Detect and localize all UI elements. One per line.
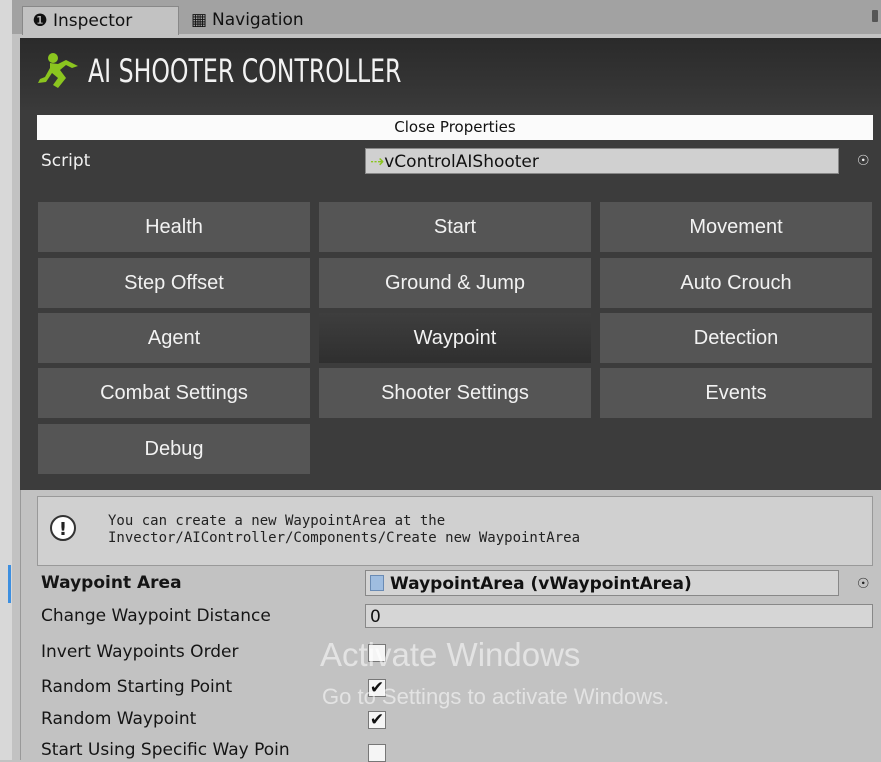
change-distance-label: Change Waypoint Distance [41, 606, 271, 626]
script-label: Script [41, 151, 91, 171]
section-button[interactable]: Ground & Jump [319, 258, 591, 308]
section-button[interactable]: Health [38, 202, 310, 252]
section-button[interactable]: Agent [38, 313, 310, 363]
section-button[interactable]: Events [600, 368, 872, 418]
section-button[interactable]: Combat Settings [38, 368, 310, 418]
lock-icon[interactable] [872, 10, 878, 22]
tab-inspector-label: Inspector [53, 11, 133, 31]
random-waypoint-label: Random Waypoint [41, 709, 197, 729]
section-button[interactable]: Auto Crouch [600, 258, 872, 308]
help-line-2: Invector/AIController/Components/Create … [108, 530, 581, 546]
tab-inspector[interactable]: ❶ Inspector [22, 6, 179, 35]
invert-order-label: Invert Waypoints Order [41, 642, 239, 662]
script-value: vControlAIShooter [384, 152, 539, 172]
waypoint-area-picker-icon[interactable]: ☉ [857, 576, 870, 592]
waypoint-asset-icon [370, 575, 384, 591]
waypoint-area-field[interactable]: WaypointArea (vWaypointArea) [365, 570, 839, 596]
tab-navigation[interactable]: ▦ Navigation [182, 6, 342, 34]
random-waypoint-checkbox[interactable]: ✔ [368, 711, 386, 729]
component-title: AI SHOOTER CONTROLLER [88, 52, 402, 90]
script-icon: ⇢ [370, 152, 385, 172]
tab-navigation-label: Navigation [212, 10, 304, 30]
tab-bar: ❶ Inspector ▦ Navigation [12, 0, 881, 35]
navigation-icon: ▦ [190, 10, 208, 30]
close-properties-button[interactable]: Close Properties [37, 115, 873, 140]
waypoint-area-label: Waypoint Area [41, 573, 182, 593]
help-box: ! You can create a new WaypointArea at t… [37, 496, 873, 566]
section-button[interactable]: Shooter Settings [319, 368, 591, 418]
start-specific-label: Start Using Specific Way Poin [41, 740, 290, 760]
activation-watermark-title: Activate Windows [320, 636, 581, 673]
info-icon: ❶ [32, 11, 48, 31]
change-distance-input[interactable]: 0 [365, 604, 873, 628]
section-button[interactable]: Movement [600, 202, 872, 252]
random-start-label: Random Starting Point [41, 677, 233, 697]
help-message: You can create a new WaypointArea at the… [108, 513, 580, 547]
start-specific-checkbox[interactable] [368, 744, 386, 762]
warning-icon: ! [50, 515, 76, 541]
section-button[interactable]: Debug [38, 424, 310, 474]
waypoint-area-value: WaypointArea (vWaypointArea) [390, 574, 692, 594]
activation-watermark-subtitle: Go to Settings to activate Windows. [322, 684, 670, 709]
script-picker-icon[interactable]: ☉ [857, 153, 870, 169]
section-button[interactable]: Detection [600, 313, 872, 363]
running-figure-logo [38, 53, 78, 88]
section-button[interactable]: Step Offset [38, 258, 310, 308]
section-button[interactable]: Waypoint [319, 313, 591, 363]
help-line-1: You can create a new WaypointArea at the [108, 513, 446, 529]
component-header: AI SHOOTER CONTROLLER [20, 38, 881, 110]
left-edge [0, 0, 12, 760]
section-button[interactable]: Start [319, 202, 591, 252]
script-field[interactable]: ⇢vControlAIShooter [365, 148, 839, 174]
selection-indicator [8, 565, 11, 603]
